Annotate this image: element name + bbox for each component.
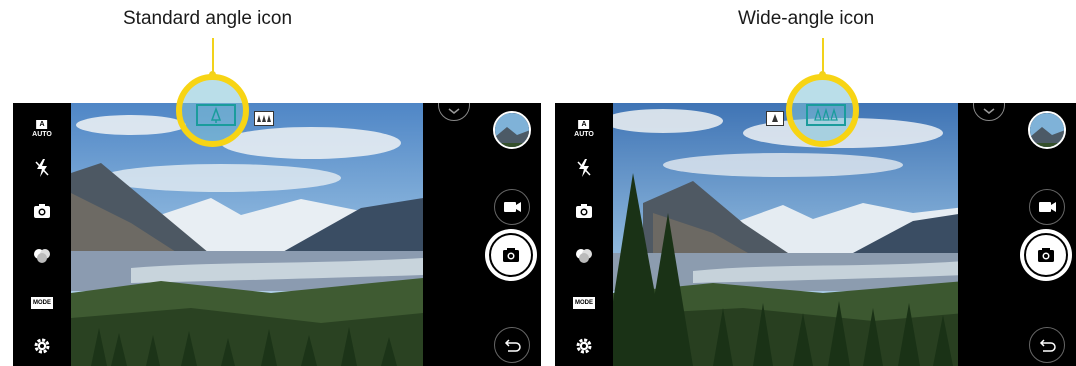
filter-icon[interactable] [33, 248, 51, 269]
gear-icon[interactable] [576, 338, 592, 359]
gallery-thumbnail[interactable] [493, 111, 531, 149]
mode-icon[interactable]: MODE [573, 297, 595, 309]
right-control-bar [423, 103, 541, 366]
switch-camera-icon[interactable] [575, 203, 593, 224]
wide-angle-leader [822, 38, 824, 74]
landscape-photo [71, 103, 423, 366]
gear-icon[interactable] [34, 338, 50, 359]
flash-off-icon[interactable] [35, 159, 49, 182]
camera-shutter-icon[interactable] [485, 229, 537, 281]
switch-camera-icon[interactable] [33, 203, 51, 224]
back-icon[interactable] [494, 327, 530, 363]
back-icon[interactable] [1029, 327, 1065, 363]
chevron-down-icon[interactable] [973, 103, 1005, 121]
wide-angle-highlight [786, 74, 859, 147]
left-settings-bar: A AUTO MODE [13, 103, 71, 366]
chevron-down-icon[interactable] [438, 103, 470, 121]
standard-angle-icon-small[interactable] [766, 111, 784, 126]
gallery-thumbnail[interactable] [1028, 111, 1066, 149]
wide-angle-caption: Wide-angle icon [738, 8, 875, 29]
wide-angle-icon[interactable] [806, 104, 846, 126]
left-settings-bar-wide: A AUTO MODE [555, 103, 613, 366]
landscape-photo-wide [613, 103, 965, 366]
auto-mode-icon[interactable]: A AUTO [32, 113, 52, 139]
mode-icon[interactable]: MODE [31, 297, 53, 309]
flash-off-icon[interactable] [577, 159, 591, 182]
right-control-bar-wide [958, 103, 1076, 366]
camera-shutter-icon[interactable] [1020, 229, 1072, 281]
standard-angle-highlight [176, 74, 249, 147]
auto-mode-icon[interactable]: A AUTO [574, 113, 594, 139]
standard-angle-icon[interactable] [196, 104, 236, 126]
video-camera-icon[interactable] [1029, 189, 1065, 225]
standard-angle-leader [212, 38, 214, 74]
camera-screen-standard: A AUTO MODE [13, 103, 541, 366]
viewfinder-standard [71, 103, 423, 366]
video-camera-icon[interactable] [494, 189, 530, 225]
filter-icon[interactable] [575, 248, 593, 269]
viewfinder-wide [613, 103, 965, 366]
wide-angle-icon-small[interactable] [254, 111, 274, 126]
standard-angle-caption: Standard angle icon [123, 8, 293, 29]
